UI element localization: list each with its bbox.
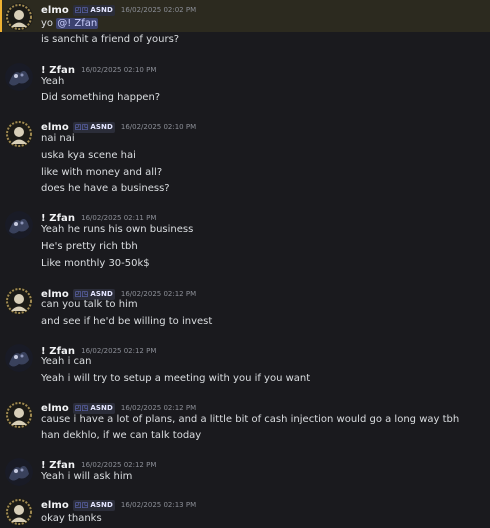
server-tag-icon: ◰◳ bbox=[74, 290, 89, 298]
message-text: han dekhlo, if we can talk today bbox=[41, 430, 202, 441]
user-mention[interactable]: @! Zfan bbox=[56, 18, 99, 29]
timestamp: 16/02/2025 02:12 PM bbox=[120, 290, 197, 298]
message-group: elmo ◰◳ ASND 16/02/2025 02:02 PM yo @! Z… bbox=[0, 0, 490, 32]
message-text: is sanchit a friend of yours? bbox=[41, 34, 180, 45]
elmo-avatar-icon bbox=[5, 401, 33, 429]
avatar-elmo[interactable] bbox=[5, 3, 33, 31]
timestamp: 16/02/2025 02:10 PM bbox=[81, 66, 157, 74]
message-text: uska kya scene hai bbox=[41, 150, 136, 161]
message-text: does he have a business? bbox=[41, 183, 170, 194]
message-text: Yeah he runs his own business bbox=[41, 224, 194, 235]
server-tag-badge[interactable]: ◰◳ ASND bbox=[72, 499, 115, 511]
message-text: okay thanks bbox=[41, 513, 102, 524]
message-group: elmo ◰◳ ASND 16/02/2025 02:10 PM nai nai… bbox=[0, 117, 490, 197]
elmo-avatar-icon bbox=[5, 120, 33, 148]
timestamp: 16/02/2025 02:12 PM bbox=[81, 347, 157, 355]
elmo-avatar-icon bbox=[5, 498, 33, 526]
server-tag-icon: ◰◳ bbox=[74, 123, 89, 131]
server-tag-label: ASND bbox=[90, 6, 113, 14]
message-text: Yeah i will ask him bbox=[41, 471, 133, 482]
avatar-elmo[interactable] bbox=[5, 287, 33, 315]
zfan-avatar-icon bbox=[5, 458, 33, 486]
message-header: elmo ◰◳ ASND 16/02/2025 02:13 PM bbox=[41, 498, 196, 512]
server-tag-label: ASND bbox=[90, 404, 113, 412]
timestamp: 16/02/2025 02:12 PM bbox=[120, 404, 197, 412]
avatar-zfan[interactable] bbox=[5, 63, 33, 91]
server-tag-label: ASND bbox=[90, 501, 113, 509]
elmo-avatar-icon bbox=[5, 3, 33, 31]
username[interactable]: elmo bbox=[41, 500, 69, 511]
message-text: Yeah bbox=[41, 76, 65, 87]
message-text: He's pretty rich tbh bbox=[41, 241, 138, 252]
avatar-zfan[interactable] bbox=[5, 458, 33, 486]
message-group: ! Zfan 16/02/2025 02:11 PM Yeah he runs … bbox=[0, 208, 490, 272]
zfan-avatar-icon bbox=[5, 344, 33, 372]
username[interactable]: elmo bbox=[41, 122, 69, 133]
username[interactable]: ! Zfan bbox=[41, 213, 75, 224]
timestamp: 16/02/2025 02:02 PM bbox=[120, 6, 197, 14]
username[interactable]: elmo bbox=[41, 5, 69, 16]
zfan-avatar-icon bbox=[5, 63, 33, 91]
username[interactable]: ! Zfan bbox=[41, 65, 75, 76]
message-text: Like monthly 30-50k$ bbox=[41, 258, 150, 269]
avatar-elmo[interactable] bbox=[5, 401, 33, 429]
message-text: yo @! Zfan bbox=[41, 17, 99, 31]
timestamp: 16/02/2025 02:11 PM bbox=[81, 214, 157, 222]
avatar-zfan[interactable] bbox=[5, 344, 33, 372]
server-tag-badge[interactable]: ◰◳ ASND bbox=[72, 4, 115, 16]
server-tag-icon: ◰◳ bbox=[74, 6, 89, 14]
avatar-elmo[interactable] bbox=[5, 120, 33, 148]
message-text: nai nai bbox=[41, 133, 75, 144]
message-group: elmo ◰◳ ASND 16/02/2025 02:12 PM can you… bbox=[0, 284, 490, 332]
message-group: elmo ◰◳ ASND 16/02/2025 02:12 PM cause i… bbox=[0, 398, 490, 446]
username[interactable]: ! Zfan bbox=[41, 460, 75, 471]
timestamp: 16/02/2025 02:10 PM bbox=[120, 123, 197, 131]
message-text: Yeah i can bbox=[41, 356, 92, 367]
server-tag-icon: ◰◳ bbox=[74, 404, 89, 412]
avatar-zfan[interactable] bbox=[5, 211, 33, 239]
message-group: elmo ◰◳ ASND 16/02/2025 02:13 PM okay th… bbox=[0, 495, 490, 528]
message-text-part: yo bbox=[41, 18, 54, 29]
message-group: ! Zfan 16/02/2025 02:12 PM Yeah i can Ye… bbox=[0, 341, 490, 389]
message-header: elmo ◰◳ ASND 16/02/2025 02:02 PM bbox=[41, 3, 196, 17]
message-text: like with money and all? bbox=[41, 167, 163, 178]
timestamp: 16/02/2025 02:13 PM bbox=[120, 501, 197, 509]
timestamp: 16/02/2025 02:12 PM bbox=[81, 461, 157, 469]
server-tag-label: ASND bbox=[90, 290, 113, 298]
message-group: ! Zfan 16/02/2025 02:10 PM Yeah Did some… bbox=[0, 60, 490, 110]
message-text: can you talk to him bbox=[41, 299, 138, 310]
message-text: and see if he'd be willing to invest bbox=[41, 316, 213, 327]
message-text: Did something happen? bbox=[41, 92, 161, 103]
server-tag-label: ASND bbox=[90, 123, 113, 131]
server-tag-badge[interactable]: ◰◳ ASND bbox=[72, 121, 115, 133]
zfan-avatar-icon bbox=[5, 211, 33, 239]
chat-message-list: elmo ◰◳ ASND 16/02/2025 02:02 PM yo @! Z… bbox=[0, 0, 490, 528]
username[interactable]: elmo bbox=[41, 403, 69, 414]
server-tag-badge[interactable]: ◰◳ ASND bbox=[72, 402, 115, 414]
message-text: cause i have a lot of plans, and a littl… bbox=[41, 414, 460, 425]
message-text: Yeah i will try to setup a meeting with … bbox=[41, 373, 311, 384]
avatar-elmo[interactable] bbox=[5, 498, 33, 526]
server-tag-icon: ◰◳ bbox=[74, 501, 89, 509]
elmo-avatar-icon bbox=[5, 287, 33, 315]
message-group: ! Zfan 16/02/2025 02:12 PM Yeah i will a… bbox=[0, 455, 490, 487]
